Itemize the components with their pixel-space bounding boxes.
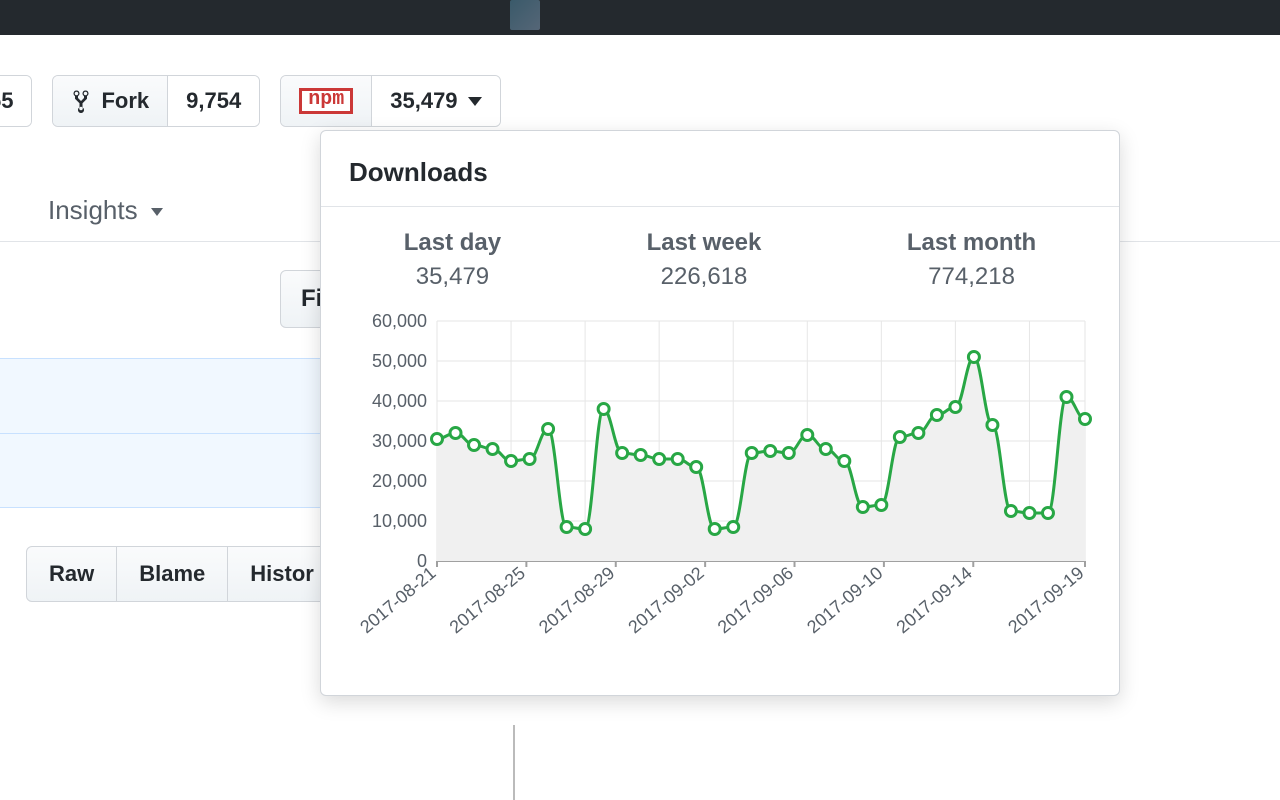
stat-label: Last month bbox=[907, 229, 1036, 257]
file-view-actions: Raw Blame Histor bbox=[26, 546, 337, 602]
svg-text:2017-08-21: 2017-08-21 bbox=[356, 563, 439, 638]
insights-label: Insights bbox=[48, 195, 138, 225]
npm-icon: npm bbox=[299, 88, 353, 114]
stat-last-month: Last month 774,218 bbox=[907, 229, 1036, 291]
svg-text:2017-09-06: 2017-09-06 bbox=[714, 563, 797, 638]
svg-text:30,000: 30,000 bbox=[372, 431, 427, 451]
stat-value: 35,479 bbox=[404, 263, 501, 291]
svg-text:2017-09-14: 2017-09-14 bbox=[892, 563, 975, 638]
chevron-down-icon bbox=[468, 97, 482, 106]
npm-button[interactable]: npm bbox=[281, 76, 371, 126]
popover-title: Downloads bbox=[321, 131, 1119, 207]
npm-count: 35,479 bbox=[390, 88, 457, 114]
fork-button-group: Fork 9,754 bbox=[52, 75, 260, 127]
fork-button[interactable]: Fork bbox=[53, 76, 167, 126]
stat-label: Last day bbox=[404, 229, 501, 257]
tab-insights[interactable]: Insights bbox=[48, 195, 163, 226]
star-button-group: 55 bbox=[0, 75, 32, 127]
top-nav-bar bbox=[0, 0, 1280, 35]
popover-pointer bbox=[513, 725, 515, 800]
repo-action-buttons: 55 Fork 9,754 npm 35,479 bbox=[0, 75, 501, 127]
svg-text:2017-09-02: 2017-09-02 bbox=[624, 563, 707, 638]
svg-text:50,000: 50,000 bbox=[372, 351, 427, 371]
svg-text:2017-09-19: 2017-09-19 bbox=[1004, 563, 1087, 638]
fork-count[interactable]: 9,754 bbox=[167, 76, 259, 126]
svg-text:2017-09-10: 2017-09-10 bbox=[803, 563, 886, 638]
list-item[interactable] bbox=[0, 433, 320, 508]
stat-last-week: Last week 226,618 bbox=[647, 229, 762, 291]
svg-text:2017-08-25: 2017-08-25 bbox=[446, 563, 529, 638]
svg-text:40,000: 40,000 bbox=[372, 391, 427, 411]
npm-button-group: npm 35,479 bbox=[280, 75, 500, 127]
raw-button[interactable]: Raw bbox=[27, 547, 116, 601]
stat-label: Last week bbox=[647, 229, 762, 257]
svg-text:2017-08-29: 2017-08-29 bbox=[535, 563, 618, 638]
file-tree-rows bbox=[0, 358, 320, 508]
star-count[interactable]: 55 bbox=[0, 76, 31, 126]
list-item[interactable] bbox=[0, 358, 320, 433]
downloads-chart: 010,00020,00030,00040,00050,00060,000201… bbox=[321, 301, 1119, 695]
stat-last-day: Last day 35,479 bbox=[404, 229, 501, 291]
downloads-popover: Downloads Last day 35,479 Last week 226,… bbox=[320, 130, 1120, 696]
npm-count-dropdown[interactable]: 35,479 bbox=[371, 76, 499, 126]
blame-button[interactable]: Blame bbox=[116, 547, 227, 601]
fork-icon bbox=[71, 89, 91, 113]
avatar[interactable] bbox=[510, 0, 540, 30]
svg-text:10,000: 10,000 bbox=[372, 511, 427, 531]
svg-text:20,000: 20,000 bbox=[372, 471, 427, 491]
stat-value: 774,218 bbox=[907, 263, 1036, 291]
chevron-down-icon bbox=[151, 208, 163, 216]
chart-svg: 010,00020,00030,00040,00050,00060,000201… bbox=[345, 311, 1097, 671]
download-stats: Last day 35,479 Last week 226,618 Last m… bbox=[321, 207, 1119, 301]
stat-value: 226,618 bbox=[647, 263, 762, 291]
svg-text:60,000: 60,000 bbox=[372, 311, 427, 331]
fork-label: Fork bbox=[101, 88, 149, 114]
